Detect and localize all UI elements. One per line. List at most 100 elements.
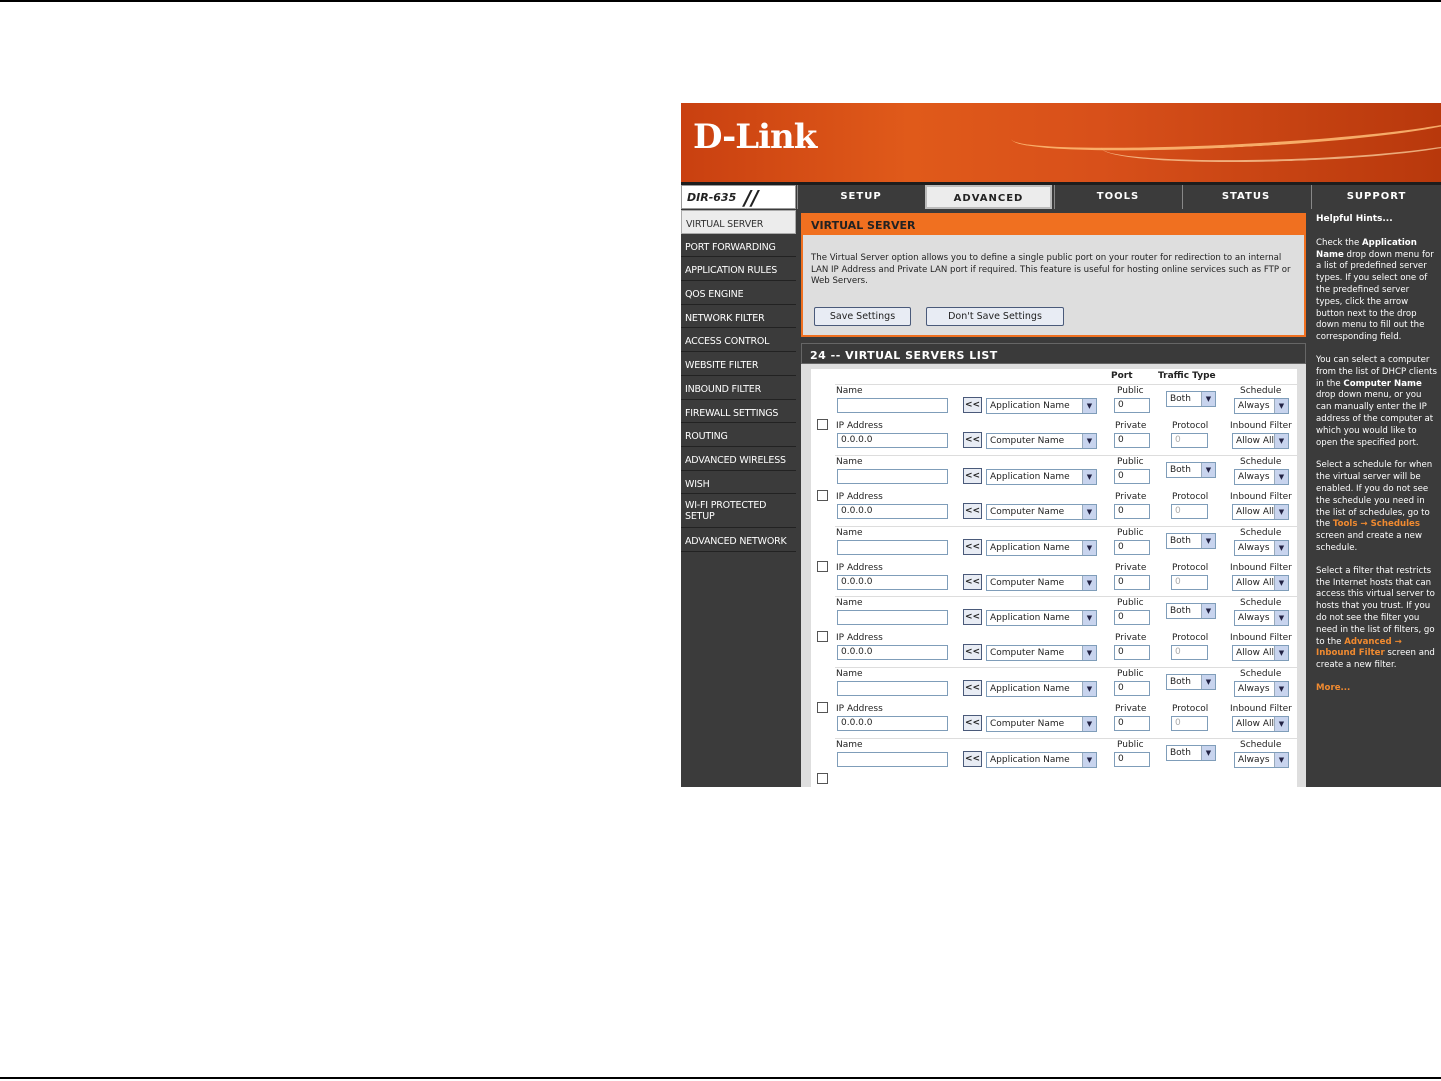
fill-application-button[interactable]: << [963,680,982,697]
row-enable-checkbox[interactable] [817,489,828,501]
tab-support[interactable]: SUPPORT [1311,185,1441,209]
fill-application-button[interactable]: << [963,397,982,413]
private-port-input[interactable]: 0 [1114,433,1150,448]
row-enable-checkbox[interactable] [817,702,828,714]
sidebar-item-advanced-network[interactable]: ADVANCED NETWORK [681,528,796,552]
sidebar-item-qos-engine[interactable]: QOS ENGINE [681,281,796,305]
table-row: Name << Application Name ▼ Public 0 Both ▼… [811,738,1297,787]
sidebar-item-inbound-filter[interactable]: INBOUND FILTER [681,376,796,400]
protocol-input[interactable]: 0 [1171,645,1208,661]
sidebar-item-virtual-server[interactable]: VIRTUAL SERVER [681,210,796,234]
sidebar-item-application-rules[interactable]: APPLICATION RULES [681,257,796,282]
inbound-filter-select[interactable]: Allow All ▼ [1232,716,1289,733]
tab-advanced[interactable]: ADVANCED [925,185,1052,209]
schedule-select[interactable]: Always ▼ [1234,398,1289,414]
sidebar-item-wish[interactable]: WISH [681,471,796,495]
sidebar-item-wifi-protected-setup[interactable]: WI-FI PROTECTED SETUP [681,494,796,529]
sidebar-item-network-filter[interactable]: NETWORK FILTER [681,305,796,329]
private-port-input[interactable]: 0 [1114,716,1150,732]
model-badge: DIR-635 // [681,185,796,210]
private-port-input[interactable]: 0 [1114,574,1150,590]
traffic-type-select[interactable]: Both ▼ [1166,603,1216,620]
name-input[interactable] [837,610,948,626]
application-name-select[interactable]: Application Name ▼ [986,539,1097,556]
fill-computer-button[interactable]: << [963,644,982,661]
protocol-input[interactable]: 0 [1171,574,1208,590]
model-slash-icon: // [744,186,759,210]
traffic-type-select[interactable]: Both ▼ [1166,532,1216,549]
row-enable-checkbox[interactable] [817,560,828,572]
ip-address-input[interactable]: 0.0.0.0 [837,503,948,519]
fill-computer-button[interactable]: << [963,715,982,732]
ip-address-input[interactable]: 0.0.0.0 [837,574,948,590]
fill-computer-button[interactable]: << [963,573,982,590]
row-enable-checkbox[interactable] [817,419,828,430]
sidebar-item-website-filter[interactable]: WEBSITE FILTER [681,352,796,376]
computer-name-select[interactable]: Computer Name ▼ [986,574,1097,591]
tab-setup[interactable]: SETUP [797,185,924,209]
ip-address-input[interactable]: 0.0.0.0 [837,716,948,732]
name-input[interactable] [837,539,948,555]
fill-application-button[interactable]: << [963,467,982,484]
application-name-select[interactable]: Application Name ▼ [986,752,1097,768]
traffic-type-select[interactable]: Both ▼ [1166,391,1216,407]
computer-name-select[interactable]: Computer Name ▼ [986,716,1097,733]
name-input[interactable] [837,468,948,484]
computer-name-select[interactable]: Computer Name ▼ [986,433,1097,449]
inbound-filter-select[interactable]: Allow All ▼ [1232,503,1289,520]
inbound-filter-select[interactable]: Allow All ▼ [1232,433,1289,449]
public-port-input[interactable]: 0 [1114,610,1150,626]
public-port-input[interactable]: 0 [1114,468,1150,484]
ip-address-input[interactable]: 0.0.0.0 [837,433,948,448]
hint-link-tools-schedules[interactable]: Tools → Schedules [1333,519,1420,529]
private-port-input[interactable]: 0 [1114,645,1150,661]
protocol-input[interactable]: 0 [1171,716,1208,732]
schedule-select[interactable]: Always ▼ [1234,681,1289,698]
schedule-select[interactable]: Always ▼ [1234,468,1289,485]
public-port-input[interactable]: 0 [1114,539,1150,555]
application-name-select[interactable]: Application Name ▼ [986,468,1097,485]
row-enable-checkbox[interactable] [817,631,828,643]
save-settings-button[interactable]: Save Settings [814,307,911,326]
ip-address-input[interactable]: 0.0.0.0 [837,645,948,661]
sidebar-item-port-forwarding[interactable]: PORT FORWARDING [681,234,796,258]
fill-application-button[interactable]: << [963,609,982,626]
computer-name-select[interactable]: Computer Name ▼ [986,503,1097,520]
traffic-type-select[interactable]: Both ▼ [1166,674,1216,691]
name-input[interactable] [837,398,948,413]
protocol-input[interactable]: 0 [1171,433,1208,448]
application-name-select[interactable]: Application Name ▼ [986,681,1097,698]
tab-tools[interactable]: TOOLS [1054,185,1181,209]
dont-save-settings-button[interactable]: Don't Save Settings [926,307,1064,326]
public-port-input[interactable]: 0 [1114,398,1150,413]
computer-name-select[interactable]: Computer Name ▼ [986,645,1097,662]
fill-application-button[interactable]: << [963,538,982,555]
application-name-select[interactable]: Application Name ▼ [986,610,1097,627]
row-divider [835,454,1297,456]
sidebar-item-firewall-settings[interactable]: FIREWALL SETTINGS [681,400,796,424]
row-enable-checkbox[interactable] [817,773,828,784]
public-port-input[interactable]: 0 [1114,752,1150,767]
inbound-filter-select[interactable]: Allow All ▼ [1232,574,1289,591]
inbound-filter-select[interactable]: Allow All ▼ [1232,645,1289,662]
schedule-select[interactable]: Always ▼ [1234,539,1289,556]
schedule-select[interactable]: Always ▼ [1234,752,1289,768]
traffic-type-select[interactable]: Both ▼ [1166,461,1216,478]
traffic-type-select[interactable]: Both ▼ [1166,745,1216,761]
sidebar-item-routing[interactable]: ROUTING [681,423,796,447]
sidebar-item-access-control[interactable]: ACCESS CONTROL [681,328,796,353]
sidebar-item-advanced-wireless[interactable]: ADVANCED WIRELESS [681,447,796,471]
name-input[interactable] [837,752,948,767]
fill-computer-button[interactable]: << [963,502,982,519]
hint-computer-name: You can select a computer from the list … [1316,355,1437,449]
public-port-input[interactable]: 0 [1114,681,1150,697]
protocol-input[interactable]: 0 [1171,503,1208,519]
name-input[interactable] [837,681,948,697]
schedule-select[interactable]: Always ▼ [1234,610,1289,627]
fill-computer-button[interactable]: << [963,432,982,448]
private-port-input[interactable]: 0 [1114,503,1150,519]
fill-application-button[interactable]: << [963,751,982,767]
application-name-select[interactable]: Application Name ▼ [986,398,1097,414]
hints-more-link[interactable]: More... [1316,683,1350,693]
tab-status[interactable]: STATUS [1182,185,1309,209]
